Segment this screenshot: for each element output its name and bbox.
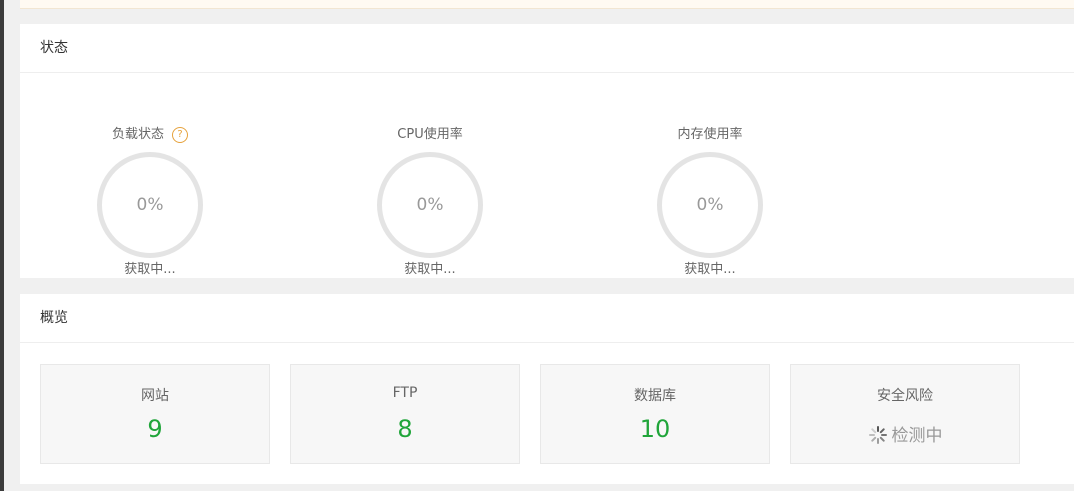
load-status-gauge[interactable]: 负载状态? 0% 获取中...: [70, 97, 230, 277]
cpu-usage-status: 获取中...: [404, 262, 456, 277]
ftp-label: FTP: [392, 385, 418, 401]
load-status-ring: 0%: [97, 152, 203, 258]
database-label: 数据库: [634, 388, 676, 404]
cpu-usage-title: CPU使用率: [397, 127, 463, 142]
cpu-usage-gauge[interactable]: CPU使用率 0% 获取中...: [350, 97, 510, 277]
website-card[interactable]: 网站 9: [40, 364, 270, 464]
security-risk-label: 安全风险: [877, 388, 933, 404]
cpu-usage-ring: 0%: [377, 152, 483, 258]
database-card[interactable]: 数据库 10: [540, 364, 770, 464]
help-icon[interactable]: ?: [172, 127, 188, 143]
ftp-card[interactable]: FTP 8: [290, 364, 520, 464]
load-status-title: 负载状态?: [70, 123, 230, 143]
window-edge: [0, 0, 4, 491]
gauge-title-text: 负载状态: [111, 127, 164, 142]
memory-usage-gauge[interactable]: 内存使用率 0% 获取中...: [630, 97, 790, 277]
overview-panel: 概览 网站 9 FTP 8 数据库 10 安全风险 检测中: [20, 294, 1074, 484]
ftp-count[interactable]: 8: [291, 415, 519, 443]
load-status-text: 获取中...: [124, 262, 176, 277]
memory-usage-ring: 0%: [657, 152, 763, 258]
loading-spinner-icon: [868, 426, 887, 444]
website-label: 网站: [141, 388, 169, 404]
notice-strip: [20, 0, 1074, 9]
overview-panel-title: 概览: [20, 294, 1074, 343]
memory-usage-title: 内存使用率: [677, 127, 743, 142]
security-risk-checking-text: 检测中: [891, 426, 943, 446]
status-panel: 状态 负载状态? 0% 获取中... CPU使用率 0% 获取中... 内存使用…: [20, 24, 1074, 278]
memory-usage-status: 获取中...: [684, 262, 736, 277]
database-count[interactable]: 10: [541, 415, 769, 443]
security-risk-status: 检测中: [791, 421, 1019, 446]
website-count[interactable]: 9: [41, 415, 269, 443]
status-panel-title: 状态: [20, 24, 1074, 73]
security-risk-card[interactable]: 安全风险 检测中: [790, 364, 1020, 464]
